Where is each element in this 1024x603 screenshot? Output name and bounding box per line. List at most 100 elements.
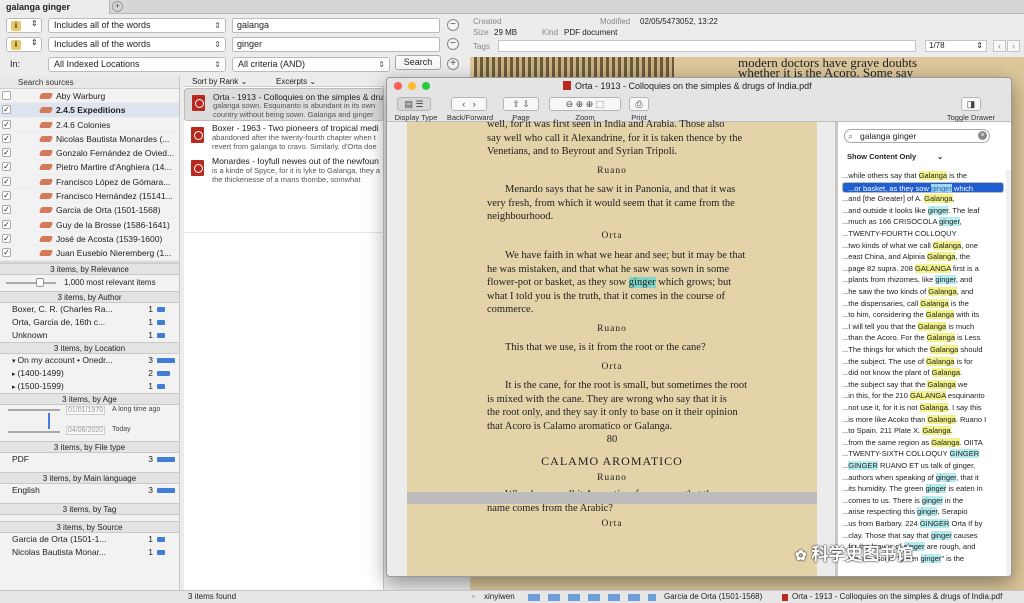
source-item[interactable]: ✓ Francisco Hernández (15141... [0, 189, 179, 204]
source-item[interactable]: ✓ Gonzalo Fernández de Ovied... [0, 146, 179, 161]
facet-row[interactable]: ▸ (1400-1499) 2 [0, 367, 179, 380]
source-item[interactable]: ✓ Francisco López de Gómara... [0, 175, 179, 190]
search-hit-row[interactable]: ...in this, for the 210 GALANGA esquinan… [842, 390, 1004, 402]
match-mode-select-1[interactable]: Includes all of the words ⇕ [48, 18, 226, 33]
source-checkbox[interactable]: ✓ [2, 219, 11, 229]
source-checkbox[interactable]: ✓ [2, 205, 11, 215]
tab-galanga-ginger[interactable]: galanga ginger [0, 0, 110, 14]
search-hit-row[interactable]: ...page 82 supra. 208 GALANGA first is a [842, 263, 1004, 275]
facet-row[interactable]: ▸ (1500-1599) 1 [0, 380, 179, 393]
source-item[interactable]: ✓ Nicolas Bautista Monardes (... [0, 132, 179, 147]
search-hit-row[interactable]: ...TWENTY-SIXTH COLLOQUY GINGER [842, 448, 1004, 460]
age-to-field[interactable]: 04/06/2020 [66, 425, 106, 435]
source-item[interactable]: ✓ 2.4.5 Expeditions [0, 103, 179, 118]
search-hit-row[interactable]: ...two kinds of what we call Galanga, on… [842, 240, 1004, 252]
slider-thumb[interactable] [36, 277, 44, 287]
facet-row[interactable]: ▾ On my account • Onedr... 3 [0, 354, 179, 367]
criteria-combine-select[interactable]: All criteria (AND) ⇕ [232, 57, 390, 72]
facet-row[interactable]: PDF 3 [0, 453, 179, 466]
prev-page-button[interactable]: ‹ [993, 40, 1006, 52]
path-file[interactable]: Orta - 1913 - Colloquies on the simples … [792, 591, 1002, 603]
search-hit-row[interactable]: ...or basket, as they sow ginger which [842, 181, 1004, 194]
facet-row[interactable]: Orta, Garcia de, 16th c... 1 [0, 316, 179, 329]
criteria-type-selector[interactable]: i ⇕ [6, 37, 42, 52]
result-item[interactable]: Orta - 1913 - Colloquies on the simples … [184, 88, 384, 121]
drawer-search-input[interactable]: ⌕ galanga ginger × [844, 129, 990, 143]
source-checkbox[interactable]: ✓ [2, 148, 11, 158]
source-checkbox[interactable]: ✓ [2, 233, 11, 243]
remove-criteria-button[interactable]: − [447, 19, 459, 31]
source-checkbox[interactable] [2, 91, 11, 100]
relevance-slider[interactable] [6, 281, 56, 284]
search-hit-row[interactable]: ...to him, considering the Galanga with … [842, 309, 1004, 321]
search-hit-row[interactable]: ...TWENTY-FOURTH COLLOQUY [842, 228, 1004, 240]
source-item[interactable]: ✓ Juan Eusebio Nieremberg (1... [0, 246, 179, 261]
path-crumb[interactable]: Garcia de Orta (1501-1568) [664, 591, 762, 603]
facet-row[interactable]: Boxer, C. R. (Charles Ra... 1 [0, 303, 179, 316]
sort-selector[interactable]: Sort by Rank ⌄ [192, 76, 247, 87]
source-item[interactable]: ✓ Guy de la Brosse (1586-1641) [0, 218, 179, 232]
search-hit-row[interactable]: ...and outside it looks like ginger. The… [842, 205, 1004, 217]
search-hit-row[interactable]: ...plants from rhizomes, like ginger, an… [842, 274, 1004, 286]
source-checkbox[interactable]: ✓ [2, 176, 11, 186]
result-item[interactable]: Monardes - Ioyfull newes out of the newf… [184, 154, 384, 187]
search-hit-row[interactable]: ...did not know the plant of Galanga. [842, 367, 1004, 379]
search-hit-row[interactable]: ...GINGER RUANO ET us talk of ginger, [842, 460, 1004, 472]
source-checkbox[interactable]: ✓ [2, 162, 11, 172]
search-hit-row[interactable]: ...arise respecting this ginger, Serapio [842, 506, 1004, 518]
search-hit-row[interactable]: ...The things for which the Galanga shou… [842, 344, 1004, 356]
zoom-window-button[interactable] [422, 82, 430, 90]
source-checkbox[interactable]: ✓ [2, 133, 11, 143]
search-hit-row[interactable]: ...and [the Greater] of A. Galanga, [842, 193, 1004, 205]
search-hit-row[interactable]: ...the subject say that the Galanga we [842, 379, 1004, 391]
search-hit-row[interactable]: ...us from Barbary. 224 GINGER Orta If b… [842, 518, 1004, 530]
excerpts-selector[interactable]: Excerpts ⌄ [276, 76, 316, 87]
match-mode-select-2[interactable]: Includes all of the words ⇕ [48, 37, 226, 52]
source-item[interactable]: ✓ 2.4.6 Colonies [0, 118, 179, 132]
location-select[interactable]: All Indexed Locations ⇕ [48, 57, 226, 72]
close-window-button[interactable] [394, 82, 402, 90]
search-hit-row[interactable]: ...than the Acoro. For the Galanga is Le… [842, 332, 1004, 344]
page-indicator[interactable]: 1/78 ⇕ [925, 40, 987, 52]
search-hit-row[interactable]: ...not use it, for it is not Galanga. I … [842, 402, 1004, 414]
display-type-control[interactable]: ▤ ☰ [397, 97, 431, 111]
source-checkbox[interactable]: ✓ [2, 105, 11, 115]
add-criteria-button[interactable]: + [447, 58, 459, 70]
facet-row[interactable]: Unknown 1 [0, 329, 179, 342]
search-hit-row[interactable]: ...while others say that Galanga is the [842, 170, 1004, 182]
age-slider-top[interactable] [8, 408, 60, 411]
search-term-input-1[interactable]: galanga [232, 18, 440, 33]
add-tab-button[interactable]: + [112, 1, 123, 12]
minimize-window-button[interactable] [408, 82, 416, 90]
facet-row[interactable]: Nicolas Bautista Monar... 1 [0, 546, 179, 559]
remove-criteria-button[interactable]: − [447, 38, 459, 50]
search-term-input-2[interactable]: ginger [232, 37, 440, 52]
search-hit-row[interactable]: ...the subject. The use of Galanga is fo… [842, 356, 1004, 368]
source-item[interactable]: Aby Warburg [0, 89, 179, 104]
path-user[interactable]: xinyiwen [484, 591, 515, 603]
search-hit-row[interactable]: ...he saw the two kinds of Galanga, and [842, 286, 1004, 298]
search-hit-row[interactable]: ...is more like Acoko than Galanga. Ruan… [842, 414, 1004, 426]
search-hit-row[interactable]: ...its humidity. The green ginger is eat… [842, 483, 1004, 495]
search-hit-row[interactable]: ...from the same region as Galanga. OIIT… [842, 437, 1004, 449]
facet-row[interactable]: English 3 [0, 484, 179, 497]
search-hit-row[interactable]: ...much as 166 CRISOCOLA ginger, [842, 216, 1004, 228]
search-button[interactable]: Search [395, 55, 441, 70]
search-hit-row[interactable]: ...I will tell you that the Galanga is m… [842, 321, 1004, 333]
page-control[interactable]: ⇧ ⇩ [503, 97, 539, 111]
tags-input[interactable] [498, 40, 916, 52]
age-slider-bottom[interactable] [8, 430, 60, 433]
source-checkbox[interactable]: ✓ [2, 248, 11, 258]
print-button[interactable]: ⎙ [629, 97, 649, 111]
back-forward-control[interactable]: ‹ › [451, 97, 487, 111]
age-from-field[interactable]: 01/01/1970 [66, 405, 106, 415]
path-folders[interactable] [528, 594, 656, 601]
source-item[interactable]: ✓ José de Acosta (1539-1600) [0, 232, 179, 247]
result-item[interactable]: Boxer - 1963 - Two pioneers of tropical … [184, 121, 384, 154]
toggle-drawer-button[interactable]: ◨ [961, 97, 981, 111]
source-item[interactable]: ✓ Pietro Martire d'Anghiera (14... [0, 160, 179, 175]
source-checkbox[interactable]: ✓ [2, 119, 11, 129]
source-checkbox[interactable]: ✓ [2, 191, 11, 201]
search-hit-row[interactable]: ...east China, and Alpinia Galanga, the [842, 251, 1004, 263]
facet-row[interactable]: Garcia de Orta (1501-1... 1 [0, 533, 179, 546]
